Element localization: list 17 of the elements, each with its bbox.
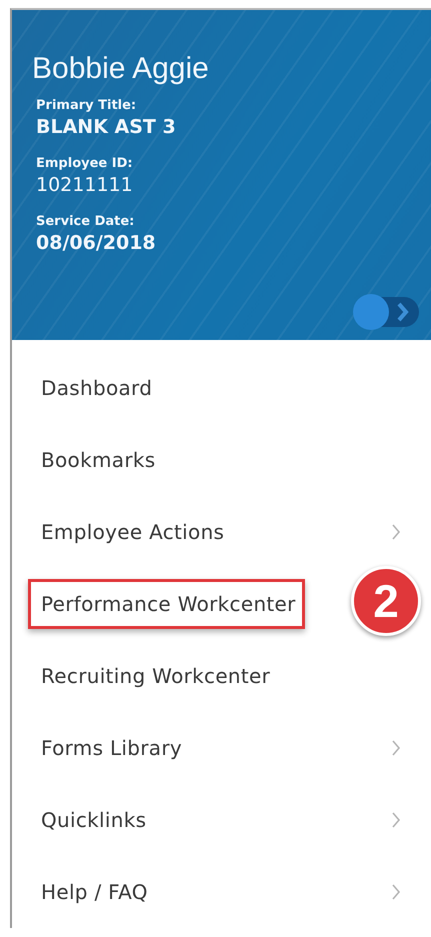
step-badge: 2 [351, 566, 421, 636]
toggle-icon[interactable] [353, 294, 419, 330]
menu-item[interactable]: Help / FAQ [28, 867, 391, 917]
field-value: 08/06/2018 [36, 232, 157, 254]
menu-item[interactable]: Employee Actions [28, 507, 391, 557]
field-label: Employee ID: [36, 156, 133, 171]
employee-name: Bobbie Aggie [32, 52, 209, 86]
field-label: Primary Title: [36, 98, 136, 113]
field-label: Service Date: [36, 214, 134, 229]
menu-item[interactable]: Quicklinks [28, 795, 391, 845]
menu-item[interactable]: Forms Library [28, 723, 391, 773]
menu-item[interactable]: Dashboard [28, 363, 401, 413]
field-value: BLANK AST 3 [36, 116, 177, 138]
menu-item[interactable]: Performance Workcenter [28, 579, 305, 629]
menu-item[interactable]: Bookmarks [28, 435, 401, 485]
menu-item[interactable]: Recruiting Workcenter [28, 651, 401, 701]
field-value: 10211111 [36, 174, 134, 196]
